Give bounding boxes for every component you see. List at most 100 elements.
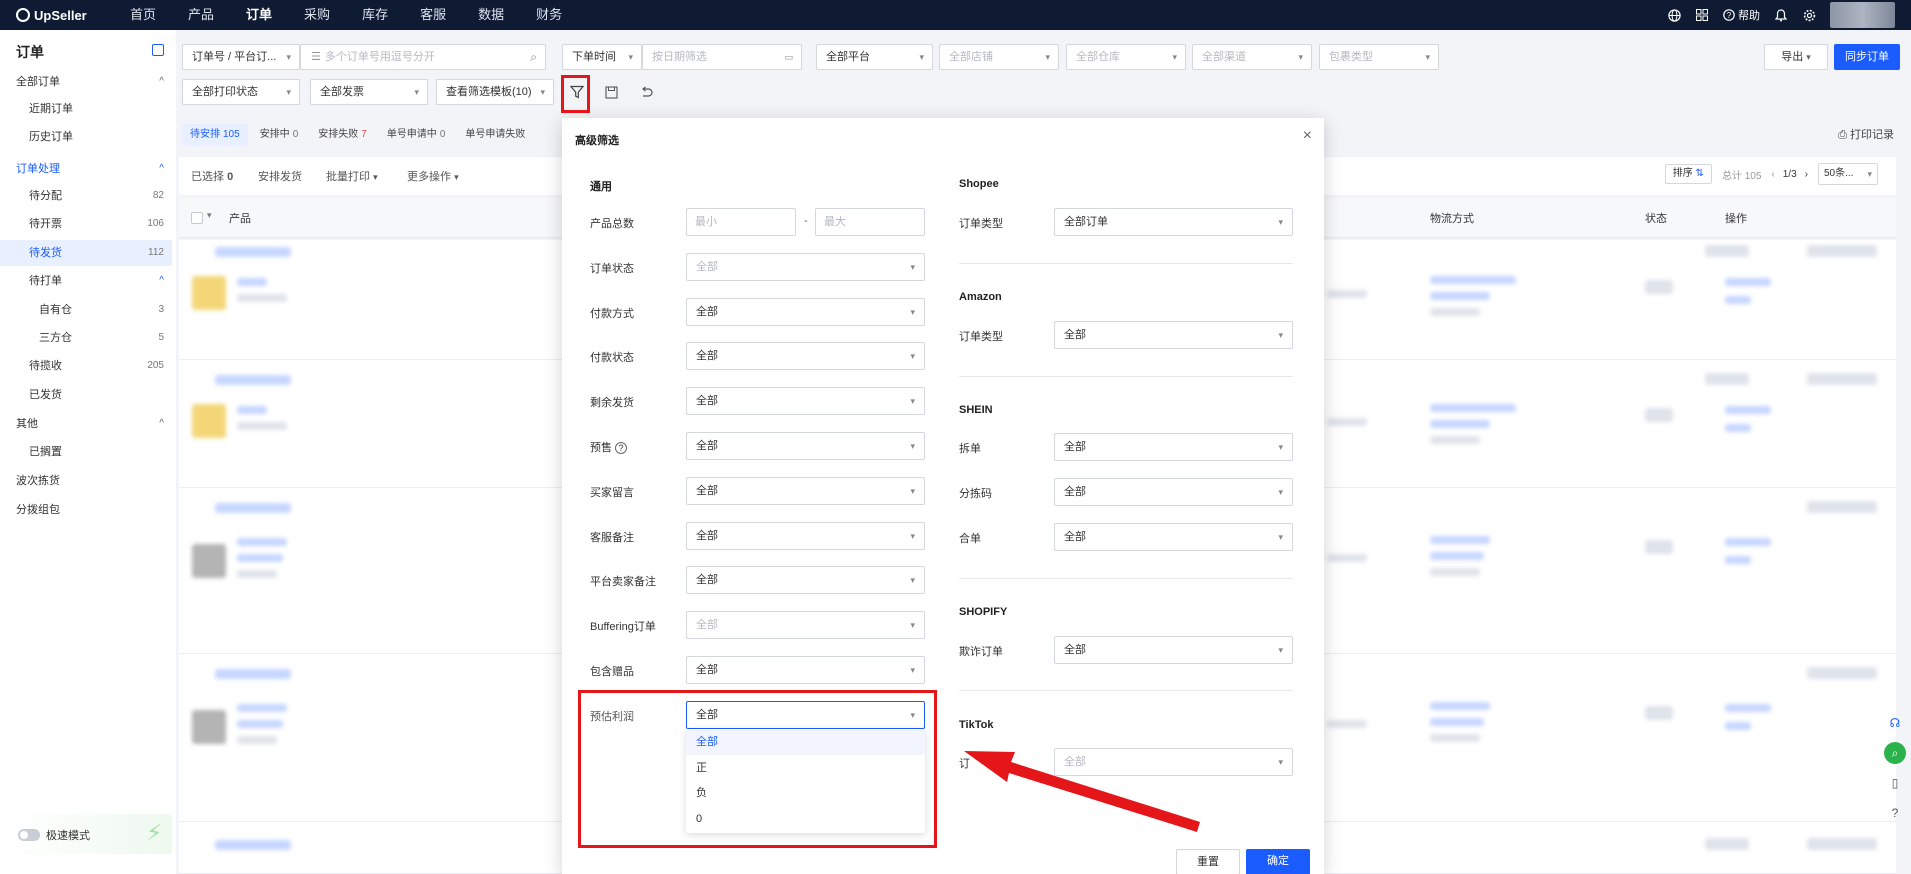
save-filter-button[interactable] xyxy=(598,79,624,105)
advanced-filter-button[interactable] xyxy=(564,79,590,105)
confirm-button[interactable]: 确定 xyxy=(1246,849,1310,874)
export-button[interactable]: 导出 ▾ xyxy=(1764,44,1828,70)
help-circle-icon[interactable]: ? xyxy=(615,442,628,454)
product-total-min-input[interactable]: 最小 xyxy=(686,208,796,236)
sort-code-select[interactable]: 全部 ▾ xyxy=(1054,478,1293,506)
next-page-icon[interactable]: › xyxy=(1805,169,1808,180)
order-status-select[interactable]: 全部 ▾ xyxy=(686,253,925,281)
amazon-order-type-select[interactable]: 全部 ▾ xyxy=(1054,321,1293,349)
user-avatar[interactable] xyxy=(1830,2,1895,28)
seller-note-select[interactable]: 全部 ▾ xyxy=(686,566,925,594)
filter-template-select[interactable]: 查看筛选模板(10) ▾ xyxy=(436,79,554,105)
fast-mode-toggle[interactable] xyxy=(18,829,40,841)
estimated-profit-select[interactable]: 全部 ▾ xyxy=(686,701,925,729)
split-order-select[interactable]: 全部 ▾ xyxy=(1054,433,1293,461)
reset-filter-button[interactable] xyxy=(633,79,659,105)
date-range-input[interactable]: 按日期筛选 ▭ xyxy=(642,44,802,70)
chevron-down-icon[interactable]: ▾ xyxy=(207,210,212,221)
shopee-order-type-select[interactable]: 全部订单 ▾ xyxy=(1054,208,1293,236)
sidebar-item-to-invoice[interactable]: 待开票 106 xyxy=(0,211,172,237)
nav-service[interactable]: 客服 xyxy=(420,0,446,30)
sidebar-item-sort-pack[interactable]: 分拨组包 xyxy=(0,497,172,523)
sidebar-item-wave-picking[interactable]: 波次拣货 xyxy=(0,468,172,494)
service-note-select[interactable]: 全部 ▾ xyxy=(686,522,925,550)
sidebar-item-shipped[interactable]: 已发货 xyxy=(0,382,172,408)
order-search-input[interactable]: ☰ 多个订单号用逗号分开 ⌕ xyxy=(300,44,546,70)
field-label-merge-order: 合单 xyxy=(959,533,981,545)
sidebar-item-to-print[interactable]: 待打单 ^ xyxy=(0,268,172,294)
apps-grid-icon[interactable] xyxy=(1695,8,1709,22)
sidebar-item-to-ship[interactable]: 待发货 112 xyxy=(0,240,172,266)
batch-print-button[interactable]: 批量打印 ▾ xyxy=(326,168,378,184)
globe-icon[interactable] xyxy=(1667,8,1681,22)
prev-page-icon[interactable]: ‹ xyxy=(1771,169,1774,180)
nav-finance[interactable]: 财务 xyxy=(536,0,562,30)
sidebar-item-all-orders[interactable]: 全部订单 ^ xyxy=(0,69,172,95)
reset-button[interactable]: 重置 xyxy=(1176,849,1240,874)
tab-to-arrange[interactable]: 待安排 105 xyxy=(182,124,248,146)
headset-icon[interactable]: ☊ xyxy=(1884,712,1906,734)
sidebar-item-on-hold[interactable]: 已搁置 xyxy=(0,439,172,465)
sidebar-item-order-processing[interactable]: 订单处理 ^ xyxy=(0,156,172,182)
sidebar-item-recent-orders[interactable]: 近期订单 xyxy=(0,96,172,122)
option-zero[interactable]: 0 xyxy=(686,807,925,832)
tab-tracking-applying[interactable]: 单号申请中 0 xyxy=(379,124,454,146)
buffering-select[interactable]: 全部 ▾ xyxy=(686,611,925,639)
close-icon[interactable]: × xyxy=(1303,128,1312,144)
order-number-type-select[interactable]: 订单号 / 平台订... ▾ xyxy=(182,44,300,70)
time-type-select[interactable]: 下单时间 ▾ xyxy=(562,44,642,70)
option-negative[interactable]: 负 xyxy=(686,781,925,806)
merge-order-select[interactable]: 全部 ▾ xyxy=(1054,523,1293,551)
help-circle-icon[interactable]: ? xyxy=(1884,802,1906,824)
tab-arrange-failed[interactable]: 安排失败 7 xyxy=(310,124,375,146)
sort-button[interactable]: 排序 ⇅ xyxy=(1664,164,1712,184)
column-action: 操作 xyxy=(1725,213,1747,225)
payment-status-select[interactable]: 全部 ▾ xyxy=(686,342,925,370)
search-icon[interactable]: ⌕ xyxy=(1884,742,1906,764)
tab-tracking-failed[interactable]: 单号申请失败 xyxy=(457,124,533,146)
sync-orders-button[interactable]: 同步订单 xyxy=(1834,44,1900,70)
print-record-link[interactable]: ⎙ 打印记录 xyxy=(1838,126,1894,142)
option-positive[interactable]: 正 xyxy=(686,756,925,781)
channel-select[interactable]: 全部渠道 ▾ xyxy=(1192,44,1312,70)
arrange-shipping-button[interactable]: 安排发货 xyxy=(258,168,302,184)
sidebar-item-history-orders[interactable]: 历史订单 xyxy=(0,124,172,150)
payment-method-select[interactable]: 全部 ▾ xyxy=(686,298,925,326)
settings-gear-icon[interactable] xyxy=(1802,8,1816,22)
nav-orders[interactable]: 订单 xyxy=(246,0,272,30)
fraud-order-select[interactable]: 全部 ▾ xyxy=(1054,636,1293,664)
sidebar-collapse-icon[interactable] xyxy=(152,44,164,56)
gift-select[interactable]: 全部 ▾ xyxy=(686,656,925,684)
nav-inventory[interactable]: 库存 xyxy=(362,0,388,30)
warehouse-select[interactable]: 全部仓库 ▾ xyxy=(1066,44,1186,70)
product-total-max-input[interactable]: 最大 xyxy=(815,208,925,236)
store-select[interactable]: 全部店铺 ▾ xyxy=(939,44,1059,70)
invoice-select[interactable]: 全部发票 ▾ xyxy=(310,79,428,105)
platform-select[interactable]: 全部平台 ▾ xyxy=(816,44,933,70)
presale-select[interactable]: 全部 ▾ xyxy=(686,432,925,460)
remaining-ship-select[interactable]: 全部 ▾ xyxy=(686,387,925,415)
buyer-message-select[interactable]: 全部 ▾ xyxy=(686,477,925,505)
mobile-icon[interactable]: ▯ xyxy=(1884,772,1906,794)
option-all[interactable]: 全部 xyxy=(686,730,925,755)
print-status-select[interactable]: 全部打印状态 ▾ xyxy=(182,79,300,105)
more-actions-button[interactable]: 更多操作 ▾ xyxy=(407,168,459,184)
brand-logo[interactable]: UpSeller xyxy=(16,8,98,23)
sidebar-item-other[interactable]: 其他 ^ xyxy=(0,411,172,437)
help-link[interactable]: ? 帮助 xyxy=(1723,7,1760,23)
sidebar-item-own-warehouse[interactable]: 自有仓 3 xyxy=(0,297,172,323)
tiktok-order-select[interactable]: 全部 ▾ xyxy=(1054,748,1293,776)
select-all-checkbox[interactable] xyxy=(191,212,203,224)
page-size-select[interactable]: 50条... ▾ xyxy=(1818,163,1878,185)
sidebar-item-third-party-warehouse[interactable]: 三方仓 5 xyxy=(0,325,172,351)
nav-home[interactable]: 首页 xyxy=(130,0,156,30)
nav-data[interactable]: 数据 xyxy=(478,0,504,30)
nav-products[interactable]: 产品 xyxy=(188,0,214,30)
sidebar-item-to-pickup[interactable]: 待揽收 205 xyxy=(0,353,172,379)
bell-icon[interactable] xyxy=(1774,8,1788,22)
tab-arranging[interactable]: 安排中 0 xyxy=(252,124,307,146)
package-type-select[interactable]: 包裹类型 ▾ xyxy=(1319,44,1439,70)
search-icon[interactable]: ⌕ xyxy=(530,45,537,69)
nav-purchase[interactable]: 采购 xyxy=(304,0,330,30)
sidebar-item-to-assign[interactable]: 待分配 82 xyxy=(0,183,172,209)
